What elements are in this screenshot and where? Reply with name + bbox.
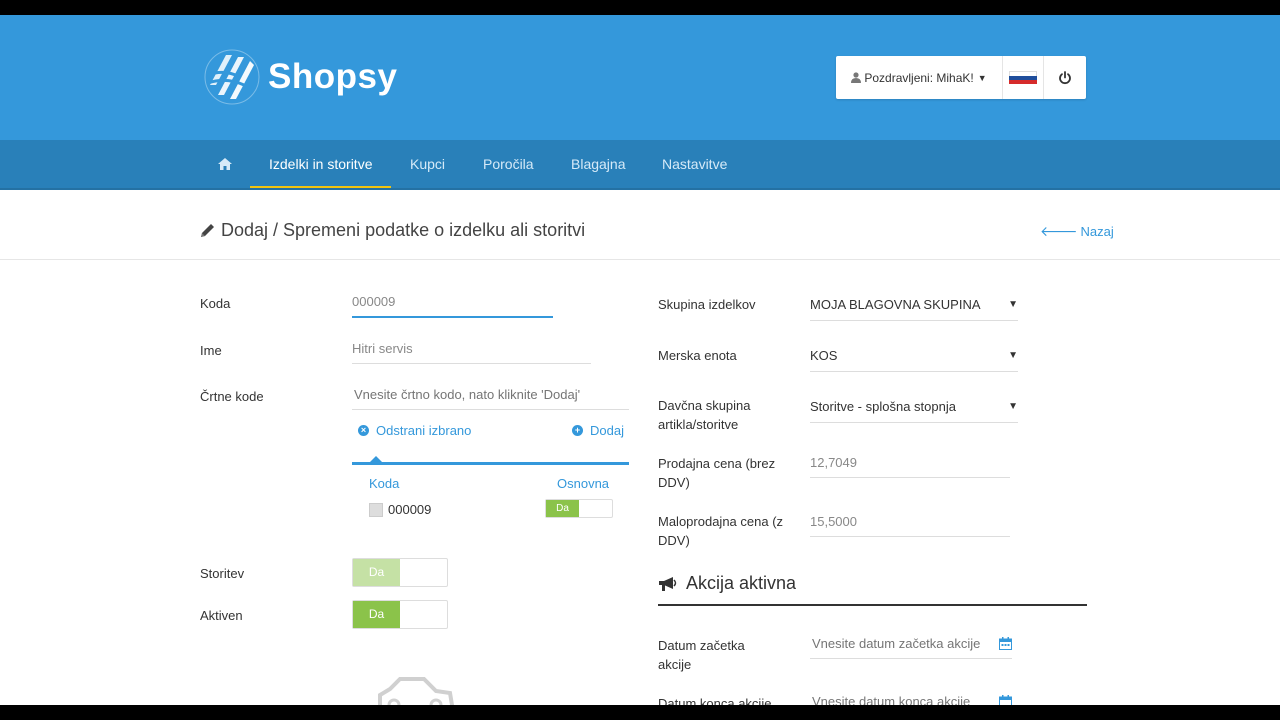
service-toggle[interactable]: Da [352, 558, 448, 587]
user-greeting: Pozdravljeni: MihaK! [864, 70, 974, 85]
chevron-down-icon: ▼ [977, 72, 987, 83]
gross-price-label: Maloprodajna cena (z DDV) [658, 514, 784, 548]
add-barcode-label: Dodaj [590, 423, 624, 438]
caret-down-icon: ▼ [1008, 401, 1018, 412]
page-title-text: Dodaj / Spremeni podatke o izdelku ali s… [221, 220, 586, 240]
barcode-table-header-primary: Osnovna [557, 476, 610, 491]
unit-value: KOS [810, 348, 838, 363]
code-value: 000009 [352, 294, 396, 309]
barcode-input[interactable] [352, 381, 633, 410]
nav-home[interactable] [218, 140, 232, 188]
main-nav: Izdelki in storitve Kupci Poročila Blaga… [0, 140, 1280, 190]
language-button[interactable] [1003, 56, 1044, 99]
slovenia-flag-icon [1009, 70, 1037, 85]
power-icon [1059, 70, 1071, 84]
product-group-label: Skupina izdelkov [658, 297, 756, 312]
toggle-off-area [400, 601, 447, 628]
active-toggle[interactable]: Da [352, 600, 448, 629]
service-label: Storitev [200, 566, 245, 581]
caret-down-icon: ▼ [1008, 350, 1018, 361]
nav-reports[interactable]: Poročila [483, 140, 534, 188]
arrow-left-icon: 🡐 [1040, 223, 1078, 239]
calendar-icon[interactable] [999, 695, 1012, 705]
promo-section-text: Akcija aktivna [686, 573, 797, 593]
bullhorn-icon [659, 576, 677, 591]
remove-circle-icon: × [358, 425, 369, 436]
unit-label: Merska enota [658, 348, 737, 363]
brand-logo[interactable]: Shopsy [204, 49, 397, 105]
unit-select[interactable]: KOS ▼ [810, 341, 1018, 372]
gross-price-value: 15,5000 [810, 514, 857, 529]
nav-settings[interactable]: Nastavitve [662, 140, 727, 188]
promo-end-input[interactable] [810, 688, 1012, 705]
pencil-icon [201, 224, 214, 237]
toggle-off-area [400, 559, 447, 586]
nav-customers[interactable]: Kupci [410, 140, 445, 188]
product-group-select[interactable]: MOJA BLAGOVNA SKUPINA ▼ [810, 290, 1018, 321]
code-label: Koda [200, 296, 231, 311]
remove-selected-button[interactable]: × Odstrani izbrano [358, 423, 471, 438]
barcode-primary-toggle[interactable]: Da [545, 499, 613, 518]
app-window: Shopsy Pozdravljeni: MihaK! ▼ Izdelki in… [0, 15, 1280, 705]
logout-button[interactable] [1044, 56, 1086, 99]
user-icon [851, 72, 862, 83]
barcodes-label: Črtne kode [200, 389, 264, 404]
net-price-value: 12,7049 [810, 455, 857, 470]
calendar-icon[interactable] [999, 637, 1012, 650]
user-menu-button[interactable]: Pozdravljeni: MihaK! ▼ [836, 56, 1003, 99]
remove-selected-label: Odstrani izbrano [376, 423, 472, 438]
toggle-off-area [579, 500, 612, 517]
code-input[interactable]: 000009 [352, 288, 553, 318]
add-circle-icon: + [572, 425, 583, 436]
car-image [378, 677, 454, 705]
page-title: Dodaj / Spremeni podatke o izdelku ali s… [200, 220, 585, 241]
barcode-input-box[interactable] [352, 386, 633, 403]
promo-section-title: Akcija aktivna [658, 573, 796, 594]
promo-start-input[interactable] [810, 630, 1012, 659]
net-price-label: Prodajna cena (brez DDV) [658, 456, 776, 490]
gross-price-input[interactable]: 15,5000 [810, 508, 1010, 537]
barcode-row-code: 000009 [388, 502, 432, 517]
top-header: Shopsy Pozdravljeni: MihaK! ▼ [0, 15, 1280, 140]
promo-end-label: Datum konca akcije [658, 696, 772, 705]
name-value: Hitri servis [352, 341, 413, 356]
tax-group-value: Storitve - splošna stopnja [810, 399, 956, 414]
tax-group-label: Davčna skupina artikla/storitve [658, 398, 751, 432]
add-barcode-button[interactable]: + Dodaj [572, 423, 624, 438]
page-header: Dodaj / Spremeni podatke o izdelku ali s… [0, 190, 1280, 260]
tax-group-select[interactable]: Storitve - splošna stopnja ▼ [810, 392, 1018, 423]
barcode-table-divider [352, 462, 629, 465]
back-button[interactable]: 🡐 Nazaj [1040, 223, 1114, 240]
nav-products-services[interactable]: Izdelki in storitve [250, 140, 392, 188]
active-toggle-on: Da [353, 601, 400, 628]
barcode-primary-toggle-on: Da [546, 500, 579, 517]
promo-start-input-box[interactable] [810, 635, 994, 652]
home-icon [218, 158, 232, 170]
barcode-row-checkbox[interactable] [369, 503, 383, 517]
promo-start-label: Datum začetka akcije [658, 638, 745, 672]
nav-cash-register[interactable]: Blagajna [571, 140, 626, 188]
caret-down-icon: ▼ [1008, 299, 1018, 310]
net-price-input[interactable]: 12,7049 [810, 449, 1010, 478]
active-label: Aktiven [200, 608, 243, 623]
name-label: Ime [200, 343, 222, 358]
back-label: Nazaj [1080, 224, 1114, 239]
user-toolbar: Pozdravljeni: MihaK! ▼ [836, 56, 1086, 99]
product-group-value: MOJA BLAGOVNA SKUPINA [810, 297, 981, 312]
shopsy-logo-icon [204, 49, 260, 105]
service-toggle-on: Da [353, 559, 400, 586]
promo-end-input-box[interactable] [810, 693, 994, 705]
promo-section-divider [658, 604, 1087, 606]
barcode-table-header-code: Koda [369, 476, 400, 491]
brand-name: Shopsy [268, 57, 398, 96]
name-input[interactable]: Hitri servis [352, 335, 591, 364]
